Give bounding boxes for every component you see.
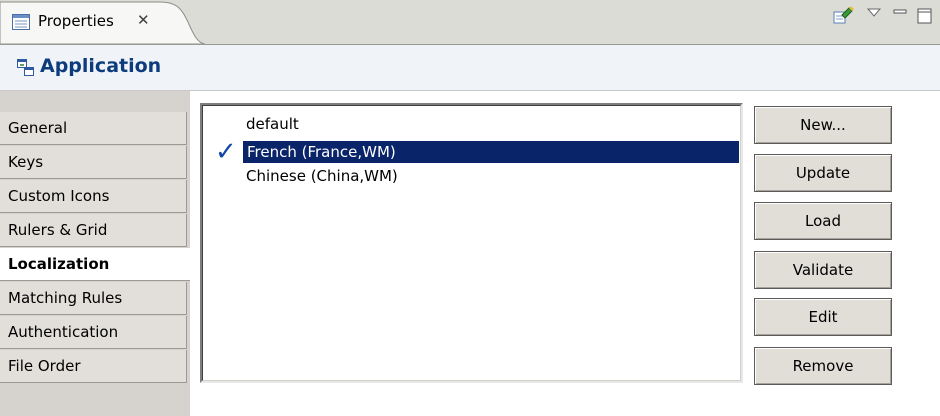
localization-page: default ✓ French (France,WM) Chinese (Ch… — [190, 91, 940, 416]
minimize-icon[interactable] — [892, 0, 908, 34]
edit-button[interactable]: Edit — [754, 298, 892, 336]
sidebar-item-keys[interactable]: Keys — [0, 146, 187, 179]
update-button[interactable]: Update — [754, 154, 892, 192]
checkmark-icon: ✓ — [215, 137, 237, 167]
sidebar-item-file-order[interactable]: File Order — [0, 350, 187, 383]
properties-header: Application — [0, 45, 940, 91]
locale-label: Chinese (China,WM) — [246, 167, 398, 185]
page-title: Application — [40, 55, 162, 77]
pin-editor-icon[interactable] — [832, 0, 854, 34]
application-icon — [17, 59, 35, 81]
maximize-icon[interactable] — [916, 0, 934, 34]
sidebar-item-custom-icons[interactable]: Custom Icons — [0, 180, 187, 213]
sidebar-item-matching-rules[interactable]: Matching Rules — [0, 282, 187, 315]
properties-tab[interactable]: Properties ✕ — [0, 0, 205, 44]
view-tab-bar: Properties ✕ — [0, 0, 940, 45]
validate-button[interactable]: Validate — [754, 251, 892, 289]
view-menu-icon[interactable] — [866, 0, 882, 34]
new-button[interactable]: New... — [754, 106, 892, 144]
sidebar-item-general[interactable]: General — [0, 112, 187, 145]
load-button[interactable]: Load — [754, 202, 892, 240]
locale-label: French (France,WM) — [243, 141, 739, 163]
locale-list[interactable]: default ✓ French (France,WM) Chinese (Ch… — [200, 103, 743, 383]
sidebar-item-localization[interactable]: Localization — [0, 248, 190, 281]
locale-label: default — [246, 115, 299, 133]
close-icon[interactable]: ✕ — [137, 11, 150, 29]
sidebar-item-rulers-grid[interactable]: Rulers & Grid — [0, 214, 187, 247]
remove-button[interactable]: Remove — [754, 347, 892, 385]
property-page-list: General Keys Custom Icons Rulers & Grid … — [0, 91, 190, 416]
properties-view-icon — [12, 14, 30, 34]
tab-title: Properties — [38, 12, 114, 30]
sidebar-item-authentication[interactable]: Authentication — [0, 316, 187, 349]
list-item[interactable]: Chinese (China,WM) — [203, 165, 743, 187]
list-item[interactable]: ✓ French (France,WM) — [203, 137, 743, 167]
list-item[interactable]: default — [203, 113, 743, 135]
